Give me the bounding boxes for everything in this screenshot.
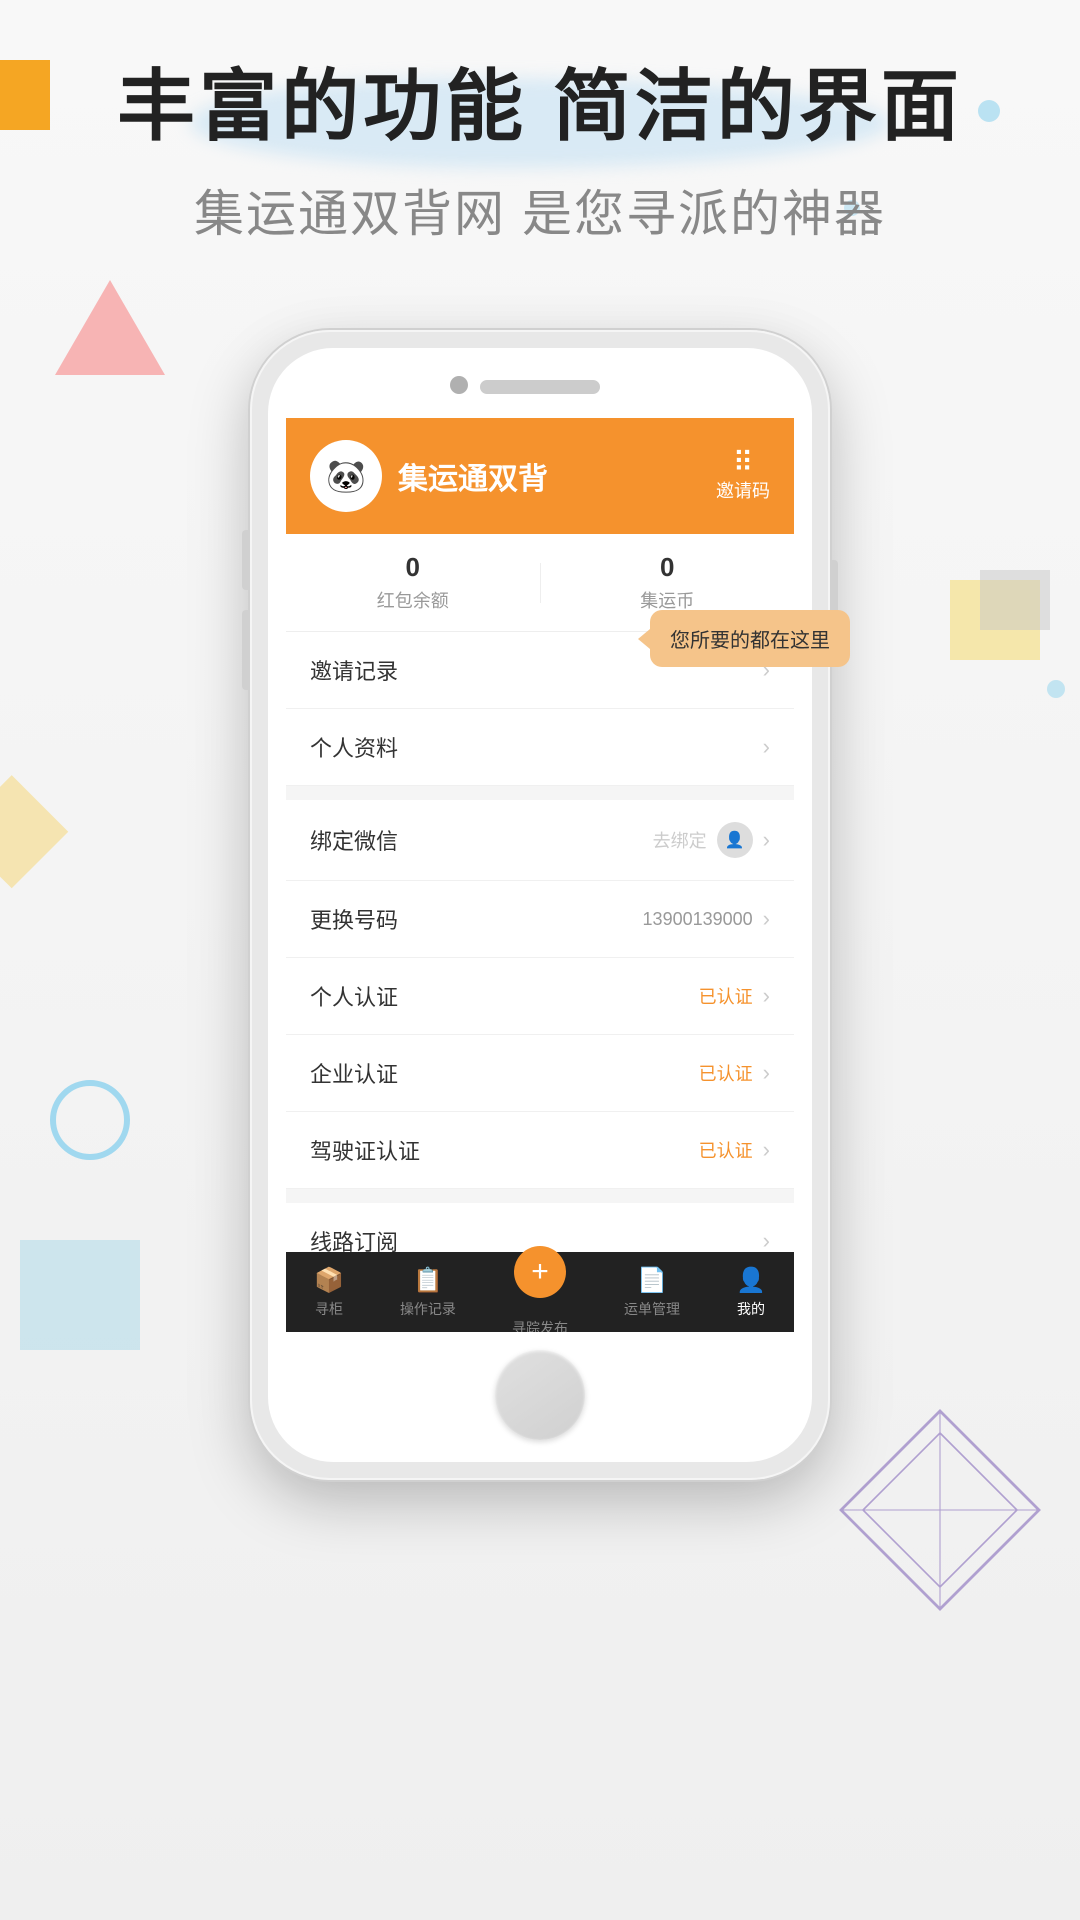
- menu-item-personal-cert[interactable]: 个人认证 已认证 ›: [286, 958, 794, 1035]
- chevron-icon: ›: [763, 1228, 770, 1254]
- avatar: 🐼: [310, 440, 382, 512]
- chevron-icon: ›: [763, 1060, 770, 1086]
- phone-camera: [450, 376, 468, 394]
- phone-volume-down-button: [242, 610, 250, 690]
- invite-label: 邀请码: [716, 477, 770, 503]
- orders-icon: 📄: [637, 1266, 667, 1295]
- tooltip-text: 您所要的都在这里: [670, 630, 830, 652]
- menu-section-2: 绑定微信 去绑定 👤 › 更换号码 13900139000 ›: [286, 800, 794, 1189]
- qr-icon: ⠿: [733, 449, 754, 477]
- phone-inner: 🐼 集运通双背 ⠿ 邀请码 0 红包余额: [268, 348, 812, 1462]
- coin-stat: 0 集运币: [541, 552, 795, 613]
- unbind-text: 去绑定: [653, 827, 707, 853]
- chevron-icon: ›: [763, 983, 770, 1009]
- coin-value: 0: [541, 552, 795, 583]
- app-name: 集运通双背: [398, 454, 548, 498]
- phone-speaker: [480, 380, 600, 394]
- red-packet-stat: 0 红包余额: [286, 552, 540, 613]
- mine-icon: 👤: [736, 1266, 766, 1295]
- chevron-icon: ›: [763, 827, 770, 853]
- chevron-icon: ›: [763, 734, 770, 760]
- deco-gray-rect: [980, 570, 1050, 630]
- nav-label: 操作记录: [400, 1299, 456, 1319]
- invite-button[interactable]: ⠿ 邀请码: [716, 449, 770, 503]
- menu-item-label: 邀请记录: [310, 654, 398, 686]
- menu-item-right: ›: [763, 1228, 770, 1254]
- nav-item-publish[interactable]: + 寻踪发布: [512, 1246, 568, 1332]
- menu-item-right: ›: [763, 734, 770, 760]
- deco-pink-triangle: [55, 280, 165, 375]
- menu-item-right: 13900139000 ›: [643, 906, 770, 932]
- plus-button[interactable]: +: [514, 1246, 566, 1298]
- nav-label: 我的: [737, 1299, 765, 1319]
- nav-label: 寻踪发布: [512, 1318, 568, 1332]
- menu-item-label: 企业认证: [310, 1057, 398, 1089]
- cert-status: 已认证: [699, 983, 753, 1009]
- menu-item-label: 个人资料: [310, 731, 398, 763]
- menu-item-wechat[interactable]: 绑定微信 去绑定 👤 ›: [286, 800, 794, 881]
- menu-item-company-cert[interactable]: 企业认证 已认证 ›: [286, 1035, 794, 1112]
- header-area: 丰富的功能 简洁的界面 集运通双背网 是您寻派的神器: [0, 60, 1080, 246]
- red-packet-label: 红包余额: [286, 587, 540, 613]
- menu-item-right: 已认证 ›: [699, 1060, 770, 1086]
- menu-item-right: 去绑定 👤 ›: [653, 822, 770, 858]
- avatar-emoji: 🐼: [326, 457, 366, 495]
- deco-purple-diamond: [830, 1400, 1050, 1620]
- menu-item-right: 已认证 ›: [699, 983, 770, 1009]
- phone-outer: 🐼 集运通双背 ⠿ 邀请码 0 红包余额: [250, 330, 830, 1480]
- menu-item-profile[interactable]: 个人资料 ›: [286, 709, 794, 786]
- app-screen: 🐼 集运通双背 ⠿ 邀请码 0 红包余额: [286, 418, 794, 1332]
- menu-item-label: 驾驶证认证: [310, 1134, 420, 1166]
- phone-volume-up-button: [242, 530, 250, 590]
- deco-blue-rect: [20, 1240, 140, 1350]
- menu-item-label: 绑定微信: [310, 824, 398, 856]
- nav-item-orders[interactable]: 📄 运单管理: [624, 1266, 680, 1319]
- phone-number: 13900139000: [643, 909, 753, 930]
- main-title: 丰富的功能 简洁的界面: [0, 60, 1080, 154]
- app-header: 🐼 集运通双背 ⠿ 邀请码: [286, 418, 794, 534]
- nav-item-mine[interactable]: 👤 我的: [736, 1266, 766, 1319]
- nav-item-operations[interactable]: 📋 操作记录: [400, 1266, 456, 1319]
- bottom-nav: 📦 寻柜 📋 操作记录 + 寻踪发布 📄 运单管理: [286, 1252, 794, 1332]
- phone-mockup: 🐼 集运通双背 ⠿ 邀请码 0 红包余额: [250, 330, 830, 1480]
- sub-title: 集运通双背网 是您寻派的神器: [0, 174, 1080, 246]
- deco-blue-circle: [50, 1080, 130, 1160]
- menu-item-label: 个人认证: [310, 980, 398, 1012]
- phone-home-button[interactable]: [495, 1350, 585, 1440]
- menu-sections: 邀请记录 › 个人资料 ›: [286, 632, 794, 1332]
- deco-blue-dot3: [1047, 680, 1065, 698]
- nav-label: 寻柜: [315, 1299, 343, 1319]
- menu-item-right: 已认证 ›: [699, 1137, 770, 1163]
- nav-item-cabinet[interactable]: 📦 寻柜: [314, 1266, 344, 1319]
- red-packet-value: 0: [286, 552, 540, 583]
- menu-item-driving-cert[interactable]: 驾驶证认证 已认证 ›: [286, 1112, 794, 1189]
- cert-status: 已认证: [699, 1137, 753, 1163]
- app-header-left: 🐼 集运通双背: [310, 440, 548, 512]
- nav-label: 运单管理: [624, 1299, 680, 1319]
- menu-item-phone[interactable]: 更换号码 13900139000 ›: [286, 881, 794, 958]
- wechat-avatar: 👤: [717, 822, 753, 858]
- chevron-icon: ›: [763, 1137, 770, 1163]
- cert-status: 已认证: [699, 1060, 753, 1086]
- operations-icon: 📋: [413, 1266, 443, 1295]
- tooltip-bubble: 您所要的都在这里: [650, 610, 850, 667]
- menu-item-label: 更换号码: [310, 903, 398, 935]
- cabinet-icon: 📦: [314, 1266, 344, 1295]
- chevron-icon: ›: [763, 906, 770, 932]
